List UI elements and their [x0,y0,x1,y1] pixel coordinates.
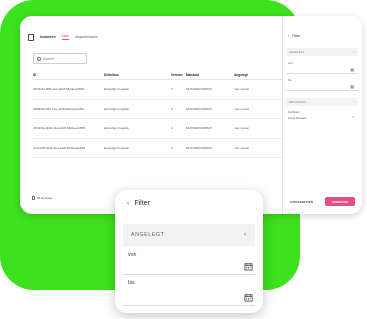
section-definition[interactable]: DEFINITION ˅ [286,98,358,106]
dropdown-arrow-icon[interactable]: ▾ [352,115,354,119]
filter-card-title: Filter [134,200,150,207]
document-icon [32,196,35,200]
entry-count: 35 Einträge [32,196,52,200]
table-row[interactable]: a7dc125b-9b4f-11ef-a0c8-562deeeb55f4 Ein… [32,139,294,158]
von-field-underline [286,73,358,74]
cell-mandant: MUSTERKOMPANY [186,87,213,92]
bis-field-underline [286,90,358,91]
calendar-icon[interactable]: ▦ [350,67,354,72]
section-angelegt[interactable]: ANGELEGT ˅ [286,48,358,56]
instances-window: Instanzen Aktiv Abgeschlossen ID Definit… [20,16,362,214]
section-label: ANGELEGT [131,232,165,238]
filter-side-panel: ‹ Filter ANGELEGT ˅ von ▦ bis ▦ DEFINITI… [282,16,362,214]
column-header-definition[interactable]: Definition [104,73,171,77]
cell-definition: Einstufige Freigabe [104,87,129,92]
apply-button[interactable]: ANWENDEN [325,197,355,206]
cell-mandant: MUSTERKOMPANY [186,106,213,111]
section-definition-label: DEFINITION [289,100,306,104]
table-row[interactable]: 33f43c5a-9b94-11ef-a0c8-562deeeb55f4 Ein… [32,119,294,139]
label-bis: bis [288,78,292,82]
calendar-icon[interactable]: ▦ [350,84,354,89]
cell-definition: Einstufige Freigabe [104,126,129,131]
app-title: Instanzen [40,35,56,39]
search-field[interactable] [33,53,87,64]
cell-definition: Einstufige Freigabe [104,145,129,150]
chevron-down-icon: ˅ [353,50,355,54]
column-header-version[interactable]: Version [171,73,186,77]
von-field-underline [123,274,255,275]
section-angelegt-label: ANGELEGT [289,50,305,54]
cell-id: 33f43c5a-9b94-11ef-a0c8-562deeeb55f4 [33,126,86,131]
calendar-icon[interactable] [244,262,253,271]
label-von: von [128,252,137,258]
table-row[interactable]: 33f43c5a-9f56-11ef-a0c8-562deeeb55f4 Ein… [32,80,294,100]
cell-version: 2 [171,106,173,111]
tab-abgeschlossen[interactable]: Abgeschlossen [75,35,98,40]
chevron-left-icon[interactable]: ‹ [127,200,129,207]
cell-definition: Einstufige Freigabe [104,106,129,111]
table-header: ID Definition Version Mandant Angelegt [32,70,294,80]
cell-id: 2f0f8049-9f56-11ef-a0c8-562deeeb55f4 [33,106,84,111]
tab-aktiv[interactable]: Aktiv [61,34,69,40]
column-header-id[interactable]: ID [32,73,104,77]
bis-field-underline [123,305,255,306]
filter-card-header[interactable]: ‹ Filter [127,200,150,207]
instances-table: ID Definition Version Mandant Angelegt 3… [32,70,294,158]
label-von: von [288,61,293,65]
filter-card-section-angelegt[interactable]: ANGELEGT ˅ [123,224,255,246]
label-definition: Definition [288,110,300,114]
top-bar: Instanzen Aktiv Abgeschlossen [28,32,98,42]
chevron-left-icon[interactable]: ‹ [288,33,289,38]
cell-version: 2 [171,126,173,131]
filter-panel-title: Filter [292,33,301,38]
filter-card-zoom: ‹ Filter ANGELEGT ˅ von bis [115,190,263,313]
cell-version: 2 [171,145,173,150]
chevron-down-icon: ˅ [243,232,247,238]
reset-button[interactable]: ZURÜCKSETZEN [290,200,313,204]
cell-id: a7dc125b-9b4f-11ef-a0c8-562deeeb55f4 [33,145,86,150]
cell-mandant: MUSTERKOMPANY [186,145,213,150]
definition-select[interactable]: Keine Auswahl [288,116,306,120]
chevron-down-icon: ˅ [353,100,355,104]
entry-count-label: 35 Einträge [37,196,53,200]
cell-mandant: MUSTERKOMPANY [186,126,213,131]
cell-id: 33f43c5a-9f56-11ef-a0c8-562deeeb55f4 [33,87,85,92]
label-bis: bis [128,280,135,286]
cell-version: 2 [171,87,173,92]
search-icon [37,56,41,61]
table-row[interactable]: 2f0f8049-9f56-11ef-a0c8-562deeeb55f4 Ein… [32,100,294,119]
calendar-icon[interactable] [244,293,253,302]
filter-panel-header[interactable]: ‹ Filter [288,33,300,38]
search-input[interactable] [43,56,83,61]
stage: Instanzen Aktiv Abgeschlossen ID Definit… [0,0,367,319]
column-header-mandant[interactable]: Mandant [186,73,234,77]
document-icon [28,33,34,41]
